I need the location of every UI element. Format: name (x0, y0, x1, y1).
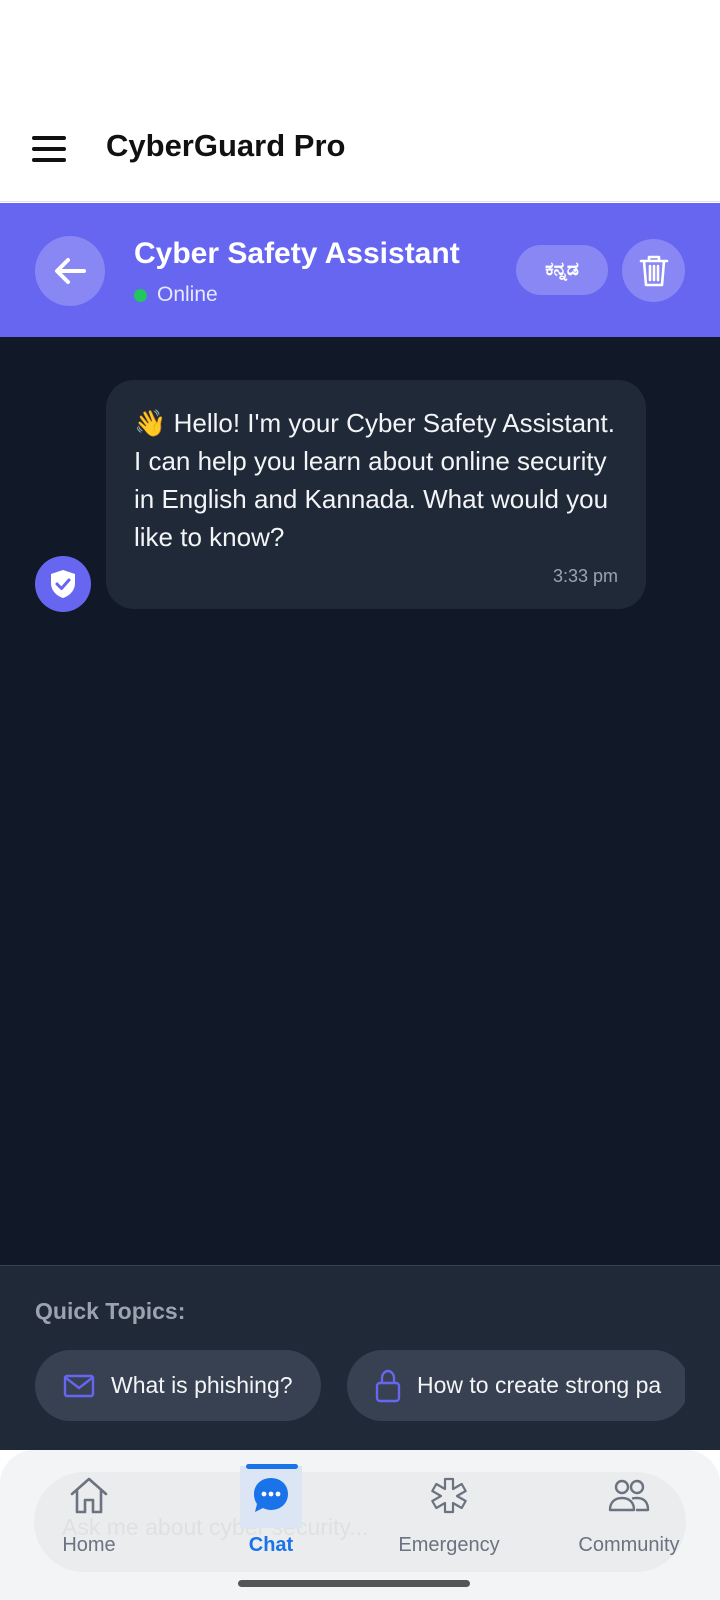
nav-home[interactable]: Home (14, 1464, 164, 1574)
nav-community[interactable]: Community (554, 1464, 704, 1574)
nav-label: Emergency (398, 1534, 500, 1556)
medical-icon (431, 1477, 467, 1514)
chat-header: Cyber Safety Assistant Online ಕನ್ನಡ (0, 203, 720, 337)
shield-check-icon (51, 570, 75, 598)
bot-avatar (35, 556, 91, 612)
topic-chip-phishing[interactable]: What is phishing? (35, 1350, 321, 1421)
mail-icon (63, 1374, 95, 1397)
app-bar: CyberGuard Pro (0, 100, 720, 202)
bot-message: 👋 Hello! I'm your Cyber Safety Assistant… (106, 380, 646, 609)
topic-chip-label: How to create strong pa (417, 1372, 662, 1398)
language-toggle-button[interactable]: ಕನ್ನಡ (516, 245, 608, 295)
nav-label: Home (62, 1534, 116, 1556)
topic-chip-strong-password[interactable]: How to create strong pa (347, 1350, 685, 1421)
gesture-home-indicator[interactable] (238, 1580, 470, 1587)
back-button[interactable] (35, 236, 105, 306)
quick-topics-title: Quick Topics: (35, 1298, 186, 1324)
online-indicator (134, 289, 147, 302)
chat-icon (254, 1478, 288, 1512)
chat-title: Cyber Safety Assistant (134, 237, 460, 270)
quick-topics-panel: Quick Topics: What is phishing? How to c… (0, 1265, 720, 1450)
message-text: 👋 Hello! I'm your Cyber Safety Assistant… (134, 408, 615, 552)
online-status: Online (157, 283, 218, 306)
app-title: CyberGuard Pro (106, 128, 346, 163)
topic-chip-label: What is phishing? (111, 1372, 293, 1398)
nav-emergency[interactable]: Emergency (374, 1464, 524, 1574)
status-bar-area (0, 0, 720, 100)
menu-button[interactable] (32, 136, 66, 162)
clear-chat-button[interactable] (622, 239, 685, 302)
nav-label: Chat (248, 1534, 294, 1556)
chat-messages[interactable]: 👋 Hello! I'm your Cyber Safety Assistant… (0, 337, 720, 1265)
message-time: 3:33 pm (552, 566, 618, 586)
hamburger-line (32, 147, 66, 151)
nav-chat[interactable]: Chat (196, 1464, 346, 1574)
trash-icon (639, 255, 668, 286)
home-icon (70, 1477, 108, 1514)
arrow-left-icon (55, 258, 86, 284)
bottom-navigation: Ask me about cyber security... Home Chat (0, 1450, 720, 1600)
hamburger-line (32, 158, 66, 162)
nav-label: Community (578, 1534, 680, 1556)
quick-topics-list[interactable]: What is phishing? How to create strong p… (35, 1350, 685, 1422)
people-icon (608, 1479, 650, 1512)
lock-icon (375, 1369, 401, 1402)
hamburger-icon (32, 136, 66, 140)
